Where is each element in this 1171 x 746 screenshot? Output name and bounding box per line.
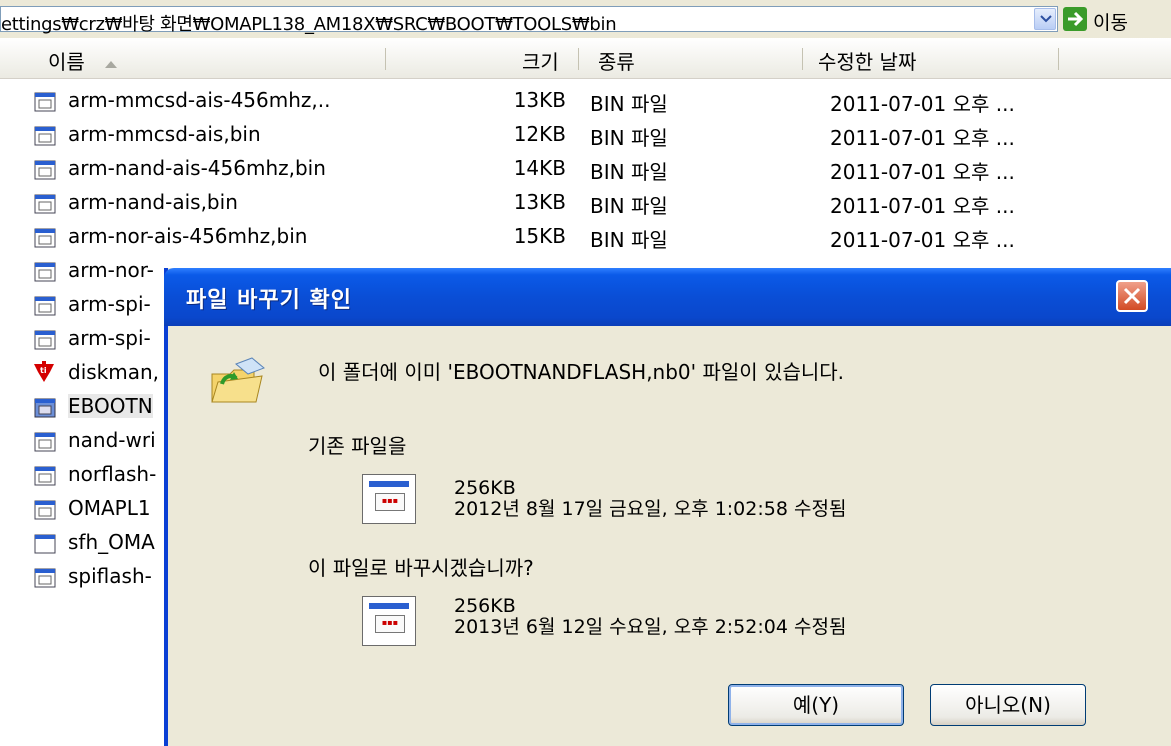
bin-file-icon [34,228,56,248]
file-name: arm-nor-ais-456mhz,bin [68,224,308,248]
no-button[interactable]: 아니오(N) [930,684,1086,726]
bin-file-icon [34,194,56,214]
bin-file-icon [34,330,56,350]
new-file-size: 256KB [454,595,516,617]
existing-file-label: 기존 파일을 [308,434,407,458]
address-dropdown-button[interactable] [1034,8,1056,30]
exe-file-icon [34,534,56,554]
existing-file-size: 256KB [454,477,516,499]
file-name: arm-nand-ais-456mhz,bin [68,156,326,180]
file-row[interactable]: arm-nand-ais,bin 13KB BIN 파일 2011-07-01 … [0,186,1171,220]
replace-question-label: 이 파일로 바꾸시겠습니까? [308,556,534,580]
file-row[interactable]: arm-nand-ais-456mhz,bin 14KB BIN 파일 2011… [0,152,1171,186]
close-button[interactable] [1116,280,1148,312]
dialog-title-bar[interactable]: 파일 바꾸기 확인 [164,268,1171,326]
file-row[interactable]: arm-mmcsd-ais-456mhz,.. 13KB BIN 파일 2011… [0,84,1171,118]
column-header-size[interactable]: 크기 [522,46,559,75]
file-size: 15KB [513,224,566,248]
file-type: BIN 파일 [590,126,668,150]
column-separator[interactable] [802,48,803,70]
file-size: 12KB [513,122,566,146]
column-header-row: 이름 크기 종류 수정한 날짜 [0,38,1171,79]
bin-file-icon [34,432,56,452]
column-header-name[interactable]: 이름 [48,46,119,75]
folder-replace-icon [211,357,265,403]
bin-file-icon [34,160,56,180]
chevron-down-icon [1040,15,1052,23]
bin-file-icon [34,466,56,486]
file-size: 13KB [513,88,566,112]
yes-button[interactable]: 예(Y) [728,684,904,726]
existing-file-date: 2012년 8월 17일 금요일, 오후 1:02:58 수정됨 [454,498,847,520]
file-name: arm-spi- [68,326,151,350]
file-date: 2011-07-01 오후 ... [830,194,1015,218]
file-name: arm-spi- [68,292,151,316]
file-row[interactable]: arm-nor-ais-456mhz,bin 15KB BIN 파일 2011-… [0,220,1171,254]
dialog-body: 이 폴더에 이미 'EBOOTNANDFLASH,nb0' 파일이 있습니다. … [168,326,1171,746]
file-date: 2011-07-01 오후 ... [830,228,1015,252]
bin-file-icon [34,262,56,282]
file-size: 13KB [513,190,566,214]
nb0-file-icon [34,398,56,418]
close-icon [1123,287,1141,305]
dialog-message: 이 폴더에 이미 'EBOOTNANDFLASH,nb0' 파일이 있습니다. [318,360,845,384]
file-name: OMAPL1 [68,496,151,520]
file-type: BIN 파일 [590,228,668,252]
file-date: 2011-07-01 오후 ... [830,126,1015,150]
file-row[interactable]: arm-mmcsd-ais,bin 12KB BIN 파일 2011-07-01… [0,118,1171,152]
file-name: arm-nor- [68,258,154,282]
bin-file-icon [34,500,56,520]
file-type: BIN 파일 [590,92,668,116]
column-header-type[interactable]: 종류 [598,46,635,75]
ti-logo-icon: ti [34,361,54,382]
bin-file-icon [34,296,56,316]
new-file-icon: ▪▪▪ [362,596,416,646]
file-size: 14KB [513,156,566,180]
bin-file-icon [34,92,56,112]
dialog-title: 파일 바꾸기 확인 [186,288,352,313]
file-name: arm-mmcsd-ais-456mhz,.. [68,88,331,112]
new-file-date: 2013년 6월 12일 수요일, 오후 2:52:04 수정됨 [454,616,847,638]
file-type: BIN 파일 [590,194,668,218]
file-name: spiflash- [68,564,152,588]
new-file-info: 256KB 2013년 6월 12일 수요일, 오후 2:52:04 수정됨 [454,596,846,638]
svg-text:ti: ti [40,366,47,375]
bin-file-icon [34,126,56,146]
file-name: arm-nand-ais,bin [68,190,238,214]
address-path[interactable]: ettings₩crz₩바탕 화면₩OMAPL138_AM18X₩SRC₩BOO… [1,10,617,36]
file-date: 2011-07-01 오후 ... [830,160,1015,184]
column-separator[interactable] [385,48,386,70]
bin-file-icon [34,568,56,588]
go-button[interactable]: 이동 [1063,6,1171,34]
file-name: arm-mmcsd-ais,bin [68,122,261,146]
column-separator[interactable] [578,48,579,70]
column-separator[interactable] [1058,48,1059,70]
file-type: BIN 파일 [590,160,668,184]
existing-file-info: 256KB 2012년 8월 17일 금요일, 오후 1:02:58 수정됨 [454,478,846,520]
column-name-label: 이름 [48,50,85,74]
file-date: 2011-07-01 오후 ... [830,92,1015,116]
go-label: 이동 [1093,12,1128,34]
file-name: diskman, [68,360,160,384]
file-name: nand-wri [68,428,156,452]
file-name: norflash- [68,462,157,486]
existing-file-icon: ▪▪▪ [362,474,416,524]
column-header-modified[interactable]: 수정한 날짜 [818,46,916,75]
file-name: EBOOTN [68,394,153,418]
go-arrow-icon [1063,7,1087,31]
address-field[interactable]: ettings₩crz₩바탕 화면₩OMAPL138_AM18X₩SRC₩BOO… [0,6,1058,35]
sort-ascending-icon [105,61,118,68]
file-name: sfh_OMA [68,530,155,554]
address-bar: ettings₩crz₩바탕 화면₩OMAPL138_AM18X₩SRC₩BOO… [0,0,1171,39]
